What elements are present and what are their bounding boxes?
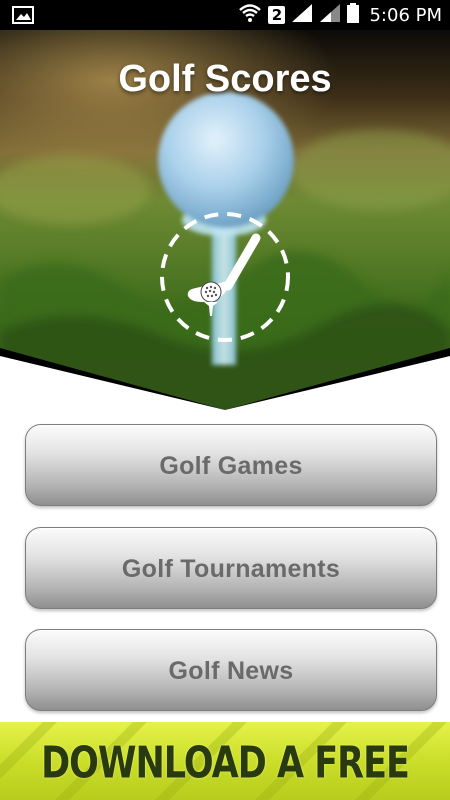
battery-icon [347,2,360,28]
golf-news-button[interactable]: Golf News [25,629,437,711]
status-bar: 2 5:06 PM [0,0,450,30]
gallery-notification-icon [12,6,34,29]
sim-icon: 2 [268,6,286,24]
golf-games-button[interactable]: Golf Games [25,424,437,506]
ad-text: DOWNLOAD A FREE GAME! [41,738,410,789]
ad-banner[interactable]: DOWNLOAD A FREE GAME! [0,722,450,800]
hero-banner: Golf Scores [0,30,450,410]
signal-icon-2 [319,3,341,28]
wifi-icon [238,3,262,28]
app-title: Golf Scores [118,58,332,100]
status-time: 5:06 PM [369,4,442,26]
golf-club-ball-icon [160,212,290,342]
golf-tournaments-button[interactable]: Golf Tournaments [25,527,437,609]
signal-icon [291,3,313,28]
